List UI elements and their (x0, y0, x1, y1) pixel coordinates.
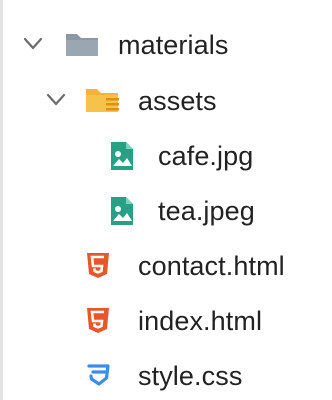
tree-item-label: assets (138, 86, 217, 116)
file-tree: materials assets cafe.jpg tea.jpeg conta… (0, 0, 332, 400)
tree-item-contact-html[interactable]: contact.html (0, 239, 332, 293)
tree-item-label: cafe.jpg (158, 141, 254, 171)
css3-icon (84, 349, 114, 400)
chevron-down-icon[interactable] (45, 74, 67, 128)
tree-item-tea-jpeg[interactable]: tea.jpeg (0, 184, 332, 238)
tree-item-label: style.css (138, 361, 243, 391)
tree-item-label: contact.html (138, 251, 285, 281)
image-file-icon (107, 184, 137, 238)
html5-icon (84, 294, 114, 348)
image-file-icon (107, 129, 137, 183)
tree-item-label: index.html (138, 306, 263, 336)
tree-item-index-html[interactable]: index.html (0, 294, 332, 348)
tree-item-cafe-jpg[interactable]: cafe.jpg (0, 129, 332, 183)
chevron-down-icon[interactable] (22, 18, 44, 72)
tree-item-style-css[interactable]: style.css (0, 349, 332, 400)
assets-folder-icon (84, 74, 124, 128)
html5-icon (84, 239, 114, 293)
tree-item-label: tea.jpeg (158, 196, 255, 226)
folder-icon (64, 18, 100, 72)
tree-item-label: materials (118, 30, 229, 60)
tree-item-materials[interactable]: materials (0, 18, 332, 72)
tree-item-assets[interactable]: assets (0, 74, 332, 128)
